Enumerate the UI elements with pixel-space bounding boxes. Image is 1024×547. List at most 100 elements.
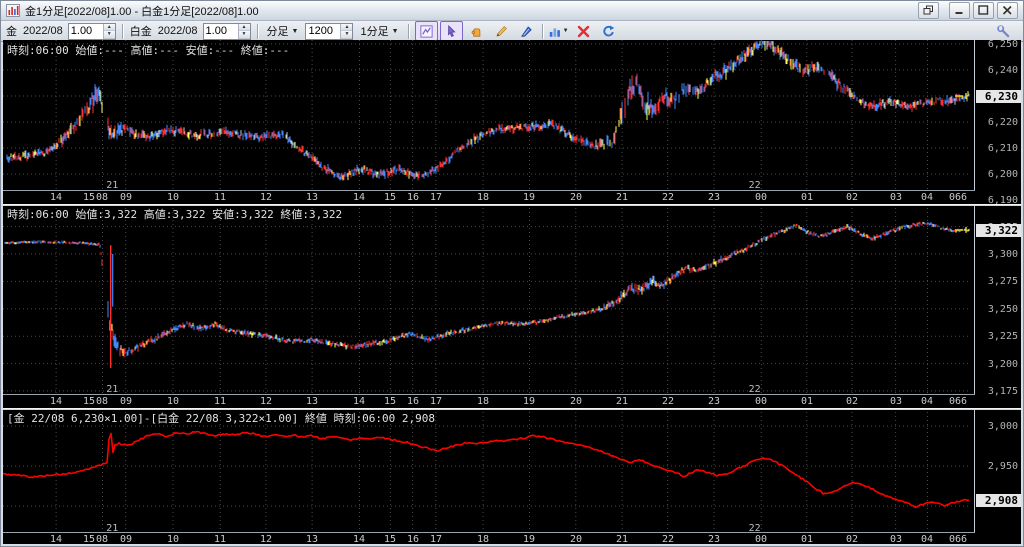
time-axis-label: 02 (845, 396, 859, 407)
bar-count-spinbox[interactable]: ▲▼ (305, 22, 354, 40)
time-axis-label: 15 (383, 192, 397, 203)
time-axis-label: 14 (352, 396, 366, 407)
spread-chart-panel: [金 22/08 6,230×1.00]-[白金 22/08 3,322×1.0… (3, 408, 1021, 544)
platinum-multiplier-spinbox[interactable]: ▲▼ (202, 22, 251, 40)
window-title: 金1分足[2022/08]1.00 - 白金1分足[2022/08]1.00 (25, 5, 259, 18)
bar-chart-icon-button[interactable]: ▼ (547, 21, 570, 41)
minimize-icon (955, 12, 963, 14)
bar-chart-icon (549, 27, 560, 37)
gold-month-label: 2022/08 (23, 25, 63, 37)
spread-time-axis: 14 15 08 09 10 11 12 13 14 15 16 17 18 19 20 21 22 23 00 01… (3, 532, 975, 544)
platinum-multiplier-spin-buttons[interactable]: ▲ ▼ (237, 23, 250, 39)
price-axis-label: 3,200 (987, 358, 1018, 370)
price-axis-label: 6,190 (987, 195, 1018, 204)
maximize-window-button[interactable] (973, 2, 994, 19)
spin-up-icon[interactable]: ▲ (103, 23, 115, 31)
time-axis-label: 09 (119, 192, 133, 203)
select-arrow-icon (447, 24, 456, 37)
gold-info-line: 時刻:06:00 始値:--- 高値:--- 安値:--- 終値:--- (7, 44, 290, 57)
day-marker-label: 21 (106, 384, 119, 395)
time-axis-label: 22 (661, 396, 675, 407)
platinum-time-axis: 14 15 08 09 10 11 12 13 14 15 16 17 18 19 20 21 22 23 00 01… (3, 394, 975, 408)
time-axis-label: 04 (920, 192, 934, 203)
platinum-plot-area[interactable] (3, 204, 977, 397)
time-axis-label: 01 (800, 396, 814, 407)
bar-type-label: 分足 (266, 26, 289, 38)
price-axis-label: 6,200 (987, 169, 1018, 181)
time-axis-label: 19 (522, 396, 536, 407)
time-axis-label: 23 (707, 396, 721, 407)
bar-count-spin-buttons[interactable]: ▲ ▼ (340, 23, 353, 39)
spread-info-line: [金 22/08 6,230×1.00]-[白金 22/08 3,322×1.0… (7, 412, 435, 425)
spin-down-icon[interactable]: ▼ (238, 31, 250, 39)
day-marker-label: 22 (748, 523, 761, 534)
spread-plot-area[interactable] (3, 408, 977, 536)
period-dropdown[interactable]: 1分足 ▼ (357, 23, 401, 39)
gold-plot-area[interactable] (3, 40, 977, 193)
refresh-icon-button[interactable] (597, 21, 620, 41)
panel-divider[interactable] (3, 204, 1021, 206)
bar-type-dropdown[interactable]: 分足 ▼ (264, 23, 302, 39)
time-axis-label: 12 (259, 534, 273, 544)
pencil-icon (495, 25, 507, 37)
time-axis-label: 14 (352, 192, 366, 203)
time-axis-label: 19 (522, 534, 536, 544)
wrench-icon-button[interactable] (992, 21, 1015, 41)
price-axis-label: 6,250 (987, 40, 1018, 50)
spin-down-icon[interactable]: ▼ (103, 31, 115, 39)
platinum-current-price-badge: 3,322 (976, 223, 1021, 237)
time-axis-label: 10 (166, 534, 180, 544)
time-axis-label: 16 (406, 534, 420, 544)
time-axis-label: 17 (429, 396, 443, 407)
time-axis-label: 11 (213, 192, 227, 203)
time-axis-label: 11 (213, 534, 227, 544)
platinum-multiplier-input[interactable] (203, 23, 238, 39)
time-axis-label: 03 (889, 396, 903, 407)
price-axis-label: 3,250 (987, 303, 1018, 315)
time-axis-label: 04 (920, 534, 934, 544)
delete-x-icon-button[interactable] (572, 21, 595, 41)
chevron-down-icon: ▼ (562, 28, 569, 34)
time-axis-label: 21 (615, 396, 629, 407)
time-axis-label: 15 (82, 192, 96, 203)
gold-multiplier-spin-buttons[interactable]: ▲ ▼ (102, 23, 115, 39)
chart-stack: 時刻:06:00 始値:--- 高値:--- 安値:--- 終値:--- 14 1… (3, 40, 1021, 544)
time-axis-label: 066 (948, 534, 968, 544)
price-axis-label: 3,000 (987, 421, 1018, 432)
pen-icon-button[interactable] (515, 21, 538, 41)
price-axis-label: 6,220 (987, 117, 1018, 128)
pencil-icon-button[interactable] (490, 21, 513, 41)
gold-multiplier-input[interactable] (68, 23, 103, 39)
spin-up-icon[interactable]: ▲ (238, 23, 250, 31)
close-window-button[interactable] (997, 2, 1018, 19)
spin-down-icon[interactable]: ▼ (341, 31, 353, 39)
time-axis-label: 00 (754, 396, 768, 407)
time-axis-label: 01 (800, 534, 814, 544)
wrench-icon (997, 24, 1010, 37)
price-axis-label: 6,240 (987, 64, 1018, 76)
time-axis-label: 14 (49, 396, 63, 407)
time-axis-label: 066 (948, 396, 968, 407)
copy-window-button[interactable] (918, 2, 939, 19)
tool-buttons: ▼ (414, 21, 620, 41)
spread-current-price-badge: 2,908 (976, 493, 1021, 507)
chart-cursor-icon-button[interactable] (414, 21, 438, 41)
minimize-window-button[interactable] (949, 2, 970, 19)
gold-multiplier-spinbox[interactable]: ▲▼ (67, 22, 116, 40)
price-axis-label: 3,275 (987, 276, 1018, 288)
time-axis-label: 08 (95, 534, 109, 544)
gold-current-price-badge: 6,230 (976, 89, 1021, 103)
day-marker-label: 22 (748, 180, 761, 191)
price-axis-label: 3,175 (987, 385, 1018, 397)
chevron-down-icon: ▼ (291, 27, 299, 35)
spin-up-icon[interactable]: ▲ (341, 23, 353, 31)
hand-icon-button[interactable] (465, 21, 488, 41)
time-axis-label: 066 (948, 192, 968, 203)
time-axis-label: 22 (661, 192, 675, 203)
panel-divider[interactable] (3, 408, 1021, 410)
time-axis-label: 14 (352, 534, 366, 544)
pen-icon (520, 25, 532, 37)
select-arrow-icon-button[interactable] (439, 21, 463, 41)
bar-count-input[interactable] (306, 23, 341, 39)
time-axis-label: 13 (305, 534, 319, 544)
